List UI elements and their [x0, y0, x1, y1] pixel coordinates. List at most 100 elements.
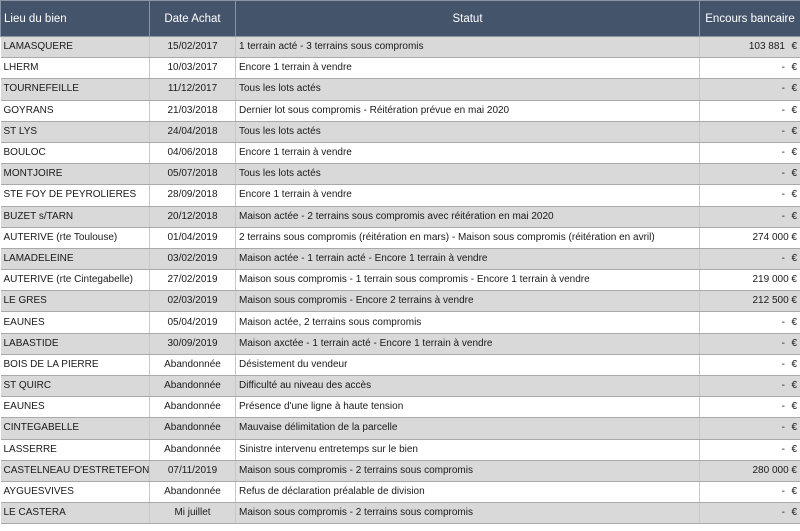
cell-encours: 103 881 € [699, 36, 800, 59]
cell-statut: Maison actée - 2 terrains sous compromis… [235, 206, 700, 228]
cell-date: Abandonnée [149, 354, 236, 377]
table-row[interactable]: CINTEGABELLE Abandonnée Mauvaise délimitat… [0, 417, 800, 440]
table-row[interactable]: BUZET s/TARN 20/12/2018 Maison actée - 2 t… [0, 206, 800, 228]
cell-lieu: LASSERRE [0, 439, 150, 461]
cell-encours: - € [699, 121, 800, 143]
header-date[interactable]: Date Achat [149, 0, 236, 37]
table-row[interactable]: TOURNEFEILLE 11/12/2017 Tous les lots acté… [0, 78, 800, 101]
encours-currency: € [791, 125, 797, 137]
cell-date: 15/02/2017 [149, 36, 236, 59]
cell-statut: Maison sous compromis - 2 terrains sous … [235, 502, 700, 525]
cell-encours: 274 000 € [699, 227, 800, 249]
cell-lieu: LAMASQUERE [0, 36, 150, 59]
cell-statut: Encore 1 terrain à vendre [235, 184, 700, 207]
cell-statut: Sinistre intervenu entretemps sur le bie… [235, 439, 700, 461]
cell-date: 05/04/2019 [149, 311, 236, 334]
table-row[interactable]: LE GRES 02/03/2019 Maison sous compromis -… [0, 290, 800, 313]
cell-date: Abandonnée [149, 375, 236, 398]
cell-lieu: BOIS DE LA PIERRE [0, 354, 150, 377]
cell-date: 11/12/2017 [149, 78, 236, 101]
encours-currency: € [791, 168, 797, 180]
header-row: Lieu du bien Date Achat Statut Encours b… [0, 0, 800, 37]
table-row[interactable]: ST LYS 24/04/2018 Tous les lots actés - € [0, 121, 800, 143]
cell-lieu: MONTJOIRE [0, 163, 150, 186]
cell-encours: - € [699, 502, 800, 525]
table-row[interactable]: CASTELNEAU D'ESTRETEFONDS 07/11/2019 Maiso… [0, 460, 800, 482]
cell-statut: Dernier lot sous compromis - Réitération… [235, 100, 700, 122]
table-row[interactable]: STE FOY DE PEYROLIERES 28/09/2018 Encore 1… [0, 184, 800, 207]
table-row[interactable]: GOYRANS 21/03/2018 Dernier lot sous compro… [0, 100, 800, 122]
cell-date: 01/04/2019 [149, 227, 236, 249]
cell-lieu: LABASTIDE [0, 333, 150, 355]
table-row[interactable]: EAUNES 05/04/2019 Maison actée, 2 terrains… [0, 311, 800, 334]
cell-statut: 1 terrain acté - 3 terrains sous comprom… [235, 36, 700, 59]
table-row[interactable]: ST QUIRC Abandonnée Difficulté au niveau d… [0, 375, 800, 398]
cell-date: Mi juillet [149, 502, 236, 525]
cell-date: 30/09/2019 [149, 333, 236, 355]
cell-encours: - € [699, 417, 800, 440]
table-row[interactable]: AYGUESVIVES Abandonnée Refus de déclaratio… [0, 481, 800, 504]
table-row[interactable]: LABASTIDE 30/09/2019 Maison axctée - 1 ter… [0, 333, 800, 355]
table-row[interactable]: EAUNES Abandonnée Présence d'une ligne à h… [0, 396, 800, 419]
header-lieu[interactable]: Lieu du bien [0, 0, 150, 37]
cell-encours: - € [699, 142, 800, 165]
table-row[interactable]: BOULOC 04/06/2018 Encore 1 terrain à vendr… [0, 142, 800, 165]
cell-lieu: STE FOY DE PEYROLIERES [0, 184, 150, 207]
cell-lieu: BOULOC [0, 142, 150, 165]
cell-statut: Maison actée - 1 terrain acté - Encore 1… [235, 248, 700, 271]
cell-statut: Désistement du vendeur [235, 354, 700, 377]
encours-currency: € [791, 83, 797, 95]
encours-currency: € [791, 486, 797, 498]
encours-currency: € [791, 443, 797, 455]
cell-lieu: BUZET s/TARN [0, 206, 150, 228]
cell-statut: Encore 1 terrain à vendre [235, 57, 700, 80]
table-row[interactable]: BOIS DE LA PIERRE Abandonnée Désistement d… [0, 354, 800, 377]
encours-currency: € [791, 147, 797, 159]
encours-currency: € [791, 401, 797, 413]
encours-value: 274 000 € [752, 231, 798, 243]
cell-lieu: AYGUESVIVES [0, 481, 150, 504]
encours-value: 212 500 € [752, 295, 798, 307]
cell-lieu: GOYRANS [0, 100, 150, 122]
cell-statut: 2 terrains sous compromis (réitération e… [235, 227, 700, 249]
header-encours[interactable]: Encours bancaire [699, 0, 800, 37]
cell-statut: Tous les lots actés [235, 163, 700, 186]
table-row[interactable]: LASSERRE Abandonnée Sinistre intervenu ent… [0, 439, 800, 461]
encours-value: 103 881 [748, 41, 785, 53]
cell-date: 02/03/2019 [149, 290, 236, 313]
encours-value: 280 000 € [752, 464, 798, 476]
cell-statut: Maison sous compromis - 1 terrain sous c… [235, 269, 700, 292]
cell-date: 04/06/2018 [149, 142, 236, 165]
encours-currency: € [791, 41, 797, 53]
cell-lieu: LE GRES [0, 290, 150, 313]
table-row[interactable]: MONTJOIRE 05/07/2018 Tous les lots actés - € [0, 163, 800, 186]
cell-encours: - € [699, 100, 800, 122]
cell-lieu: TOURNEFEILLE [0, 78, 150, 101]
cell-date: 21/03/2018 [149, 100, 236, 122]
cell-encours: 219 000 € [699, 269, 800, 292]
table-row[interactable]: LE CASTERA Mi juillet Maison sous compromi… [0, 502, 800, 525]
cell-statut: Maison sous compromis - 2 terrains sous … [235, 460, 700, 482]
cell-lieu: LE CASTERA [0, 502, 150, 525]
cell-encours: - € [699, 481, 800, 504]
encours-currency: € [791, 104, 797, 116]
cell-date: 03/02/2019 [149, 248, 236, 271]
cell-lieu: LHERM [0, 57, 150, 80]
cell-date: 05/07/2018 [149, 163, 236, 186]
cell-encours: - € [699, 375, 800, 398]
cell-statut: Tous les lots actés [235, 121, 700, 143]
cell-lieu: EAUNES [0, 396, 150, 419]
table-row[interactable]: LAMASQUERE 15/02/2017 1 terrain acté - 3 t… [0, 36, 800, 59]
encours-currency: € [791, 422, 797, 434]
cell-date: 27/02/2019 [149, 269, 236, 292]
table-row[interactable]: AUTERIVE (rte Toulouse) 01/04/2019 2 terra… [0, 227, 800, 249]
table-row[interactable]: LAMADELEINE 03/02/2019 Maison actée - 1 te… [0, 248, 800, 271]
cell-date: 07/11/2019 [149, 460, 236, 482]
cell-encours: - € [699, 333, 800, 355]
header-statut[interactable]: Statut [235, 0, 700, 37]
table-row[interactable]: LHERM 10/03/2017 Encore 1 terrain à vendre… [0, 57, 800, 80]
encours-currency: € [791, 358, 797, 370]
table-row[interactable]: AUTERIVE (rte Cintegabelle) 27/02/2019 Mai… [0, 269, 800, 292]
cell-encours: - € [699, 248, 800, 271]
cell-encours: - € [699, 439, 800, 461]
